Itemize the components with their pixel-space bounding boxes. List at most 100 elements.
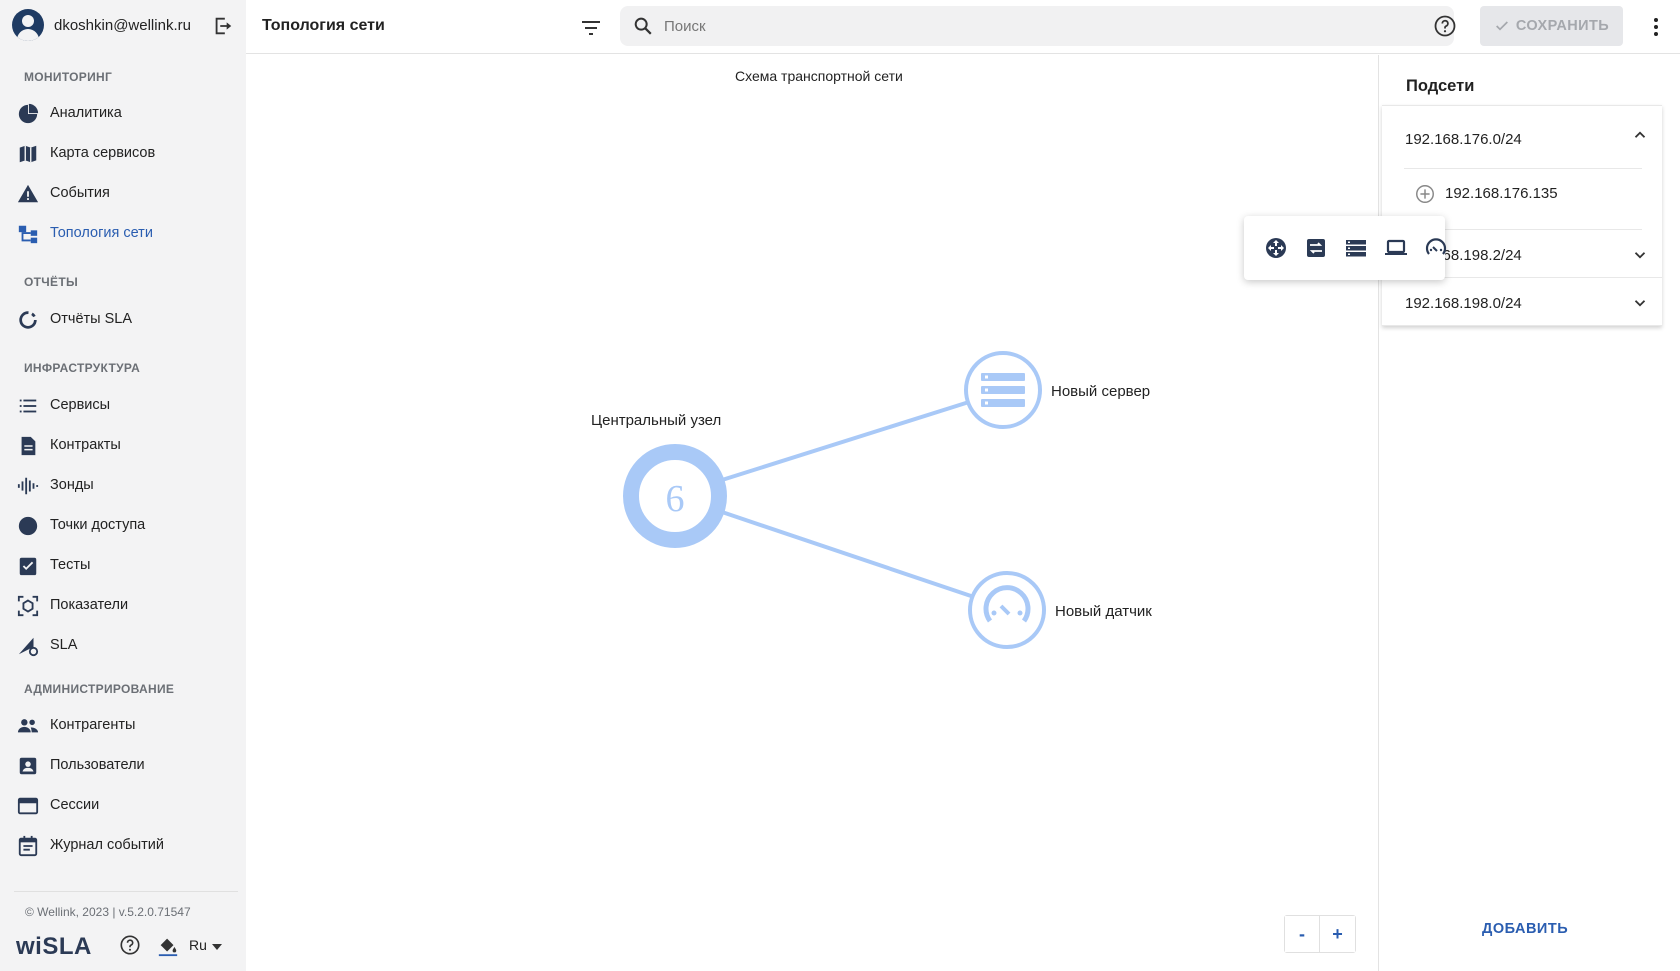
search-input[interactable] <box>664 14 1364 38</box>
gauge-icon[interactable] <box>1424 236 1448 260</box>
sidebar-item-events[interactable]: События <box>0 176 246 210</box>
document-icon <box>21 436 36 456</box>
sidebar-item-users[interactable]: Пользователи <box>0 748 246 782</box>
sidebar-item-network-topology[interactable]: Топология сети <box>0 216 246 250</box>
user-row: dkoshkin@wellink.ru <box>0 0 246 52</box>
sidebar-item-label: События <box>50 185 110 201</box>
subnets-panel: Подсети 192.168.176.0/24 192.168.176.135… <box>1378 55 1680 971</box>
paint-bucket-icon[interactable] <box>157 935 179 957</box>
section-title-administration: АДМИНИСТРИРОВАНИЕ <box>24 682 175 696</box>
more-vert-icon[interactable] <box>1644 15 1668 39</box>
edge-central-server <box>721 400 970 482</box>
subnets-title: Подсети <box>1406 77 1475 95</box>
sidebar-item-probes[interactable]: Зонды <box>0 468 246 502</box>
list-icon <box>19 399 37 413</box>
chevron-down-icon[interactable] <box>1631 294 1649 312</box>
help-icon[interactable] <box>119 934 141 956</box>
sidebar-item-label: Зонды <box>50 477 94 493</box>
add-circle-icon[interactable] <box>1414 183 1436 205</box>
calendar-icon <box>18 835 38 857</box>
sidebar-item-label: Топология сети <box>50 225 153 241</box>
sidebar-item-service-map[interactable]: Карта сервисов <box>0 136 246 170</box>
add-subnet-button[interactable]: ДОБАВИТЬ <box>1482 921 1568 937</box>
sidebar-item-label: Журнал событий <box>50 837 164 853</box>
sidebar-item-label: Контракты <box>50 437 121 453</box>
chevron-down-icon[interactable] <box>1631 246 1649 264</box>
sidebar-item-label: Карта сервисов <box>50 145 156 161</box>
sidebar: dkoshkin@wellink.ru МОНИТОРИНГ Аналитика… <box>0 0 246 971</box>
sidebar-item-services[interactable]: Сервисы <box>0 388 246 422</box>
sidebar-divider <box>14 891 238 892</box>
user-email: dkoshkin@wellink.ru <box>54 17 191 34</box>
switch-icon[interactable] <box>1304 236 1328 260</box>
chevron-up-icon[interactable] <box>1631 126 1649 144</box>
app-root: dkoshkin@wellink.ru МОНИТОРИНГ Аналитика… <box>0 0 1680 971</box>
sidebar-item-analytics[interactable]: Аналитика <box>0 96 246 130</box>
sidebar-item-label: Пользователи <box>50 757 145 773</box>
map-icon <box>19 145 37 163</box>
central-node-count: 6 <box>666 478 685 520</box>
sidebar-item-access-points[interactable]: Точки доступа <box>0 508 246 542</box>
search-icon <box>634 17 652 35</box>
sidebar-item-sla-reports[interactable]: Отчёты SLA <box>0 302 246 336</box>
window-icon <box>17 797 39 815</box>
sidebar-item-label: Тесты <box>50 557 91 573</box>
copyright: © Wellink, 2023 | v.5.2.0.71547 <box>25 905 191 919</box>
sidebar-item-label: Показатели <box>50 597 129 613</box>
sla-icon <box>18 637 39 657</box>
save-button-label: СОХРАНИТЬ <box>1515 18 1610 34</box>
pie-chart-icon <box>18 103 39 124</box>
server-node[interactable] <box>964 351 1042 429</box>
donut-icon <box>19 311 37 329</box>
clipboard-check-icon <box>19 557 37 576</box>
sidebar-item-label: Сессии <box>50 797 100 813</box>
server-node-label: Новый сервер <box>1051 383 1151 400</box>
chevron-down-icon[interactable] <box>212 944 222 950</box>
topology-graph[interactable]: 6 <box>246 55 1378 971</box>
save-button[interactable]: СОХРАНИТЬ <box>1480 6 1623 46</box>
hub-icon[interactable] <box>1264 236 1288 260</box>
zoom-controls: - + <box>1284 915 1356 953</box>
sidebar-item-sla[interactable]: SLA <box>0 628 246 662</box>
sidebar-item-contracts[interactable]: Контракты <box>0 428 246 462</box>
avatar[interactable] <box>12 9 44 41</box>
sidebar-item-counterparties[interactable]: Контрагенты <box>0 708 246 742</box>
help-icon[interactable] <box>1433 14 1457 38</box>
sidebar-item-label: Аналитика <box>50 105 122 121</box>
search-box[interactable] <box>620 6 1454 46</box>
sidebar-item-label: Контрагенты <box>50 717 136 733</box>
zoom-out-button[interactable]: - <box>1285 916 1321 952</box>
central-node[interactable]: 6 <box>623 444 727 548</box>
sidebar-item-metrics[interactable]: Показатели <box>0 588 246 622</box>
language-selector[interactable]: Ru <box>189 937 207 953</box>
node-type-toolbar <box>1244 216 1448 280</box>
user-badge-icon <box>19 757 37 775</box>
sidebar-item-sessions[interactable]: Сессии <box>0 788 246 822</box>
subnet-row[interactable]: 192.168.176.0/24 <box>1382 106 1662 168</box>
subnet-name: 192.168.176.0/24 <box>1405 131 1522 148</box>
wisla-logo: wiSLA <box>16 933 92 960</box>
circle-icon <box>18 516 38 536</box>
people-icon <box>17 719 39 733</box>
edge-central-sensor <box>721 510 975 599</box>
section-title-infrastructure: ИНФРАСТРУКТУРА <box>24 361 141 375</box>
page-title: Топология сети <box>262 17 385 34</box>
topology-icon <box>18 225 38 244</box>
zoom-in-button[interactable]: + <box>1320 916 1355 952</box>
laptop-icon[interactable] <box>1384 236 1408 260</box>
subnet-row[interactable]: 192.168.198.0/24 <box>1382 278 1662 326</box>
filter-icon[interactable] <box>579 16 603 40</box>
sensor-node[interactable] <box>968 571 1046 649</box>
section-title-monitoring: МОНИТОРИНГ <box>24 70 113 84</box>
sidebar-item-tests[interactable]: Тесты <box>0 548 246 582</box>
server-icon[interactable] <box>1344 236 1368 260</box>
sidebar-item-event-log[interactable]: Журнал событий <box>0 828 246 862</box>
warning-icon <box>17 184 39 203</box>
sensor-node-label: Новый датчик <box>1055 603 1152 620</box>
central-node-label: Центральный узел <box>591 412 722 429</box>
check-icon <box>1495 21 1508 31</box>
subnet-child-ip: 192.168.176.135 <box>1445 185 1558 202</box>
topology-canvas[interactable]: Схема транспортной сети 6 Центральный уз… <box>246 55 1378 971</box>
header: Топология сети СОХРАНИТЬ <box>246 0 1680 54</box>
logout-icon[interactable] <box>212 15 234 37</box>
